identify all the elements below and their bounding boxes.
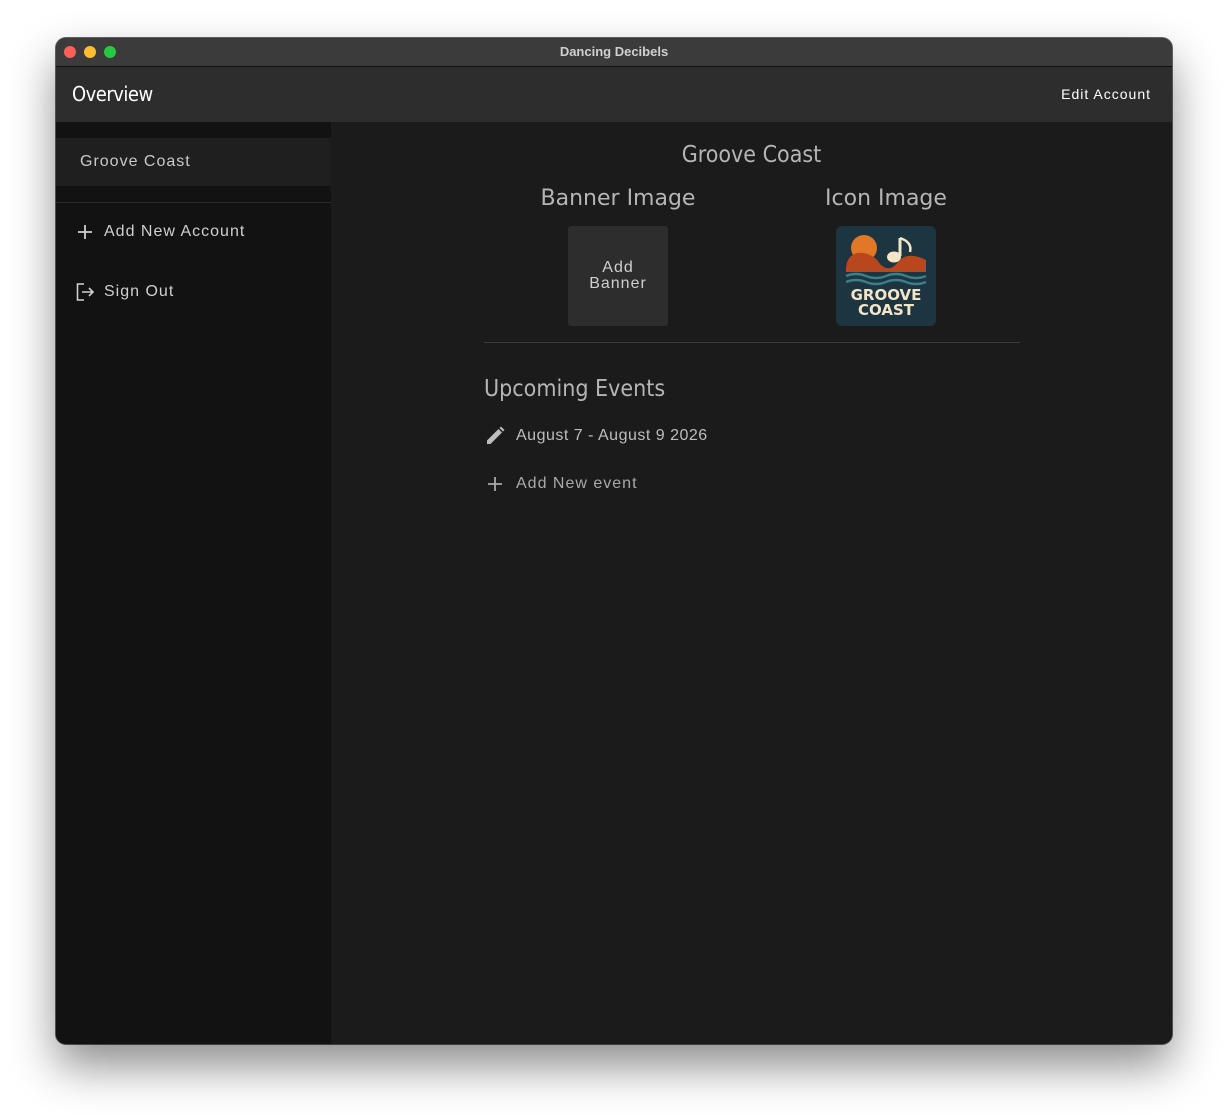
- page-title: Overview: [72, 82, 153, 106]
- section-divider: [484, 342, 1020, 343]
- add-banner-label-line1: Add: [602, 259, 634, 276]
- event-item[interactable]: August 7 - August 9 2026: [484, 418, 884, 454]
- pencil-icon[interactable]: [484, 425, 506, 447]
- edit-account-button[interactable]: Edit Account: [1061, 67, 1151, 122]
- title-bar[interactable]: Dancing Decibels: [56, 38, 1172, 67]
- main-content: Groove Coast Banner Image Icon Image Add…: [331, 122, 1172, 1044]
- sidebar-account-label: Groove Coast: [80, 153, 191, 170]
- plus-icon: [484, 473, 506, 495]
- event-date-label: August 7 - August 9 2026: [516, 427, 708, 444]
- app-window: Dancing Decibels Overview Edit Account G…: [56, 38, 1172, 1044]
- add-new-account-button[interactable]: Add New Account: [56, 210, 331, 254]
- icon-image-title: Icon Image: [825, 186, 947, 211]
- logo-text-line2: COAST: [858, 301, 915, 319]
- sign-out-button[interactable]: Sign Out: [56, 270, 331, 314]
- sign-out-label: Sign Out: [104, 283, 175, 300]
- icon-image-thumbnail[interactable]: GROOVE COAST: [836, 226, 936, 326]
- sidebar: Groove Coast Add New Account Sign Out: [56, 122, 331, 1044]
- account-name-heading: Groove Coast: [681, 142, 822, 168]
- groove-coast-logo: GROOVE COAST: [836, 226, 936, 326]
- add-new-account-label: Add New Account: [104, 223, 246, 240]
- upcoming-events-heading: Upcoming Events: [484, 376, 666, 402]
- window-title: Dancing Decibels: [559, 44, 669, 59]
- add-new-event-label: Add New event: [516, 475, 638, 492]
- banner-image-title: Banner Image: [540, 186, 696, 211]
- app-bar: Overview Edit Account: [56, 67, 1172, 122]
- sidebar-account-groove-coast[interactable]: Groove Coast: [56, 138, 331, 186]
- logout-icon: [74, 281, 96, 303]
- add-banner-button[interactable]: Add Banner: [568, 226, 668, 326]
- add-banner-label-line2: Banner: [589, 275, 647, 292]
- plus-icon: [74, 221, 96, 243]
- add-new-event-button[interactable]: Add New event: [484, 466, 884, 502]
- sidebar-divider: [56, 202, 331, 203]
